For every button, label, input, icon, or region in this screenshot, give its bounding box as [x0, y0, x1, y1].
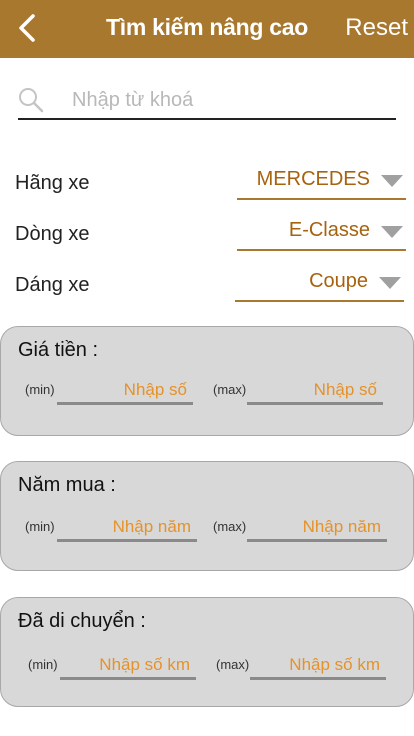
price-min-field [57, 377, 193, 405]
year-max-input[interactable] [247, 514, 387, 539]
year-max-field [247, 514, 387, 542]
model-select[interactable]: E-Classe [237, 213, 406, 251]
body-type-select-value: Coupe [309, 270, 368, 292]
price-max-tag: (max) [213, 382, 247, 397]
reset-button[interactable]: Reset [345, 14, 408, 42]
search-input[interactable] [72, 86, 382, 114]
model-label: Dòng xe [15, 223, 90, 245]
year-min-input[interactable] [57, 514, 197, 539]
year-min-field [57, 514, 197, 542]
price-range-title: Giá tiền : [18, 339, 99, 361]
brand-select[interactable]: MERCEDES [237, 162, 406, 200]
body-type-select[interactable]: Coupe [235, 264, 404, 302]
mileage-max-tag: (max) [216, 657, 250, 672]
brand-label: Hãng xe [15, 172, 90, 194]
dropdown-arrow-icon [381, 175, 403, 187]
brand-select-value: MERCEDES [256, 168, 370, 190]
mileage-min-field [60, 652, 196, 680]
price-max-input[interactable] [247, 377, 383, 402]
model-select-value: E-Classe [288, 219, 370, 241]
header-bar: Tìm kiếm nâng cao Reset [0, 0, 414, 58]
search-bar [18, 82, 396, 120]
mileage-max-field [250, 652, 386, 680]
year-range-box: Năm mua : (min) (max) [0, 461, 414, 571]
price-max-field [247, 377, 383, 405]
year-range-title: Năm mua : [18, 474, 116, 496]
body-type-label: Dáng xe [15, 274, 90, 296]
price-min-input[interactable] [57, 377, 193, 402]
mileage-range-box: Đã di chuyển : (min) (max) [0, 597, 414, 707]
mileage-max-input[interactable] [250, 652, 386, 677]
brand-filter-row: Hãng xe MERCEDES [0, 162, 414, 206]
mileage-min-tag: (min) [28, 657, 58, 672]
mileage-min-input[interactable] [60, 652, 196, 677]
year-min-tag: (min) [25, 519, 55, 534]
body-type-filter-row: Dáng xe Coupe [0, 264, 414, 308]
dropdown-arrow-icon [381, 226, 403, 238]
price-min-tag: (min) [25, 382, 55, 397]
dropdown-arrow-icon [379, 277, 401, 289]
search-icon [19, 88, 44, 113]
year-max-tag: (max) [213, 519, 247, 534]
model-filter-row: Dòng xe E-Classe [0, 213, 414, 257]
mileage-range-title: Đã di chuyển : [18, 610, 146, 632]
price-range-box: Giá tiền : (min) (max) [0, 326, 414, 436]
